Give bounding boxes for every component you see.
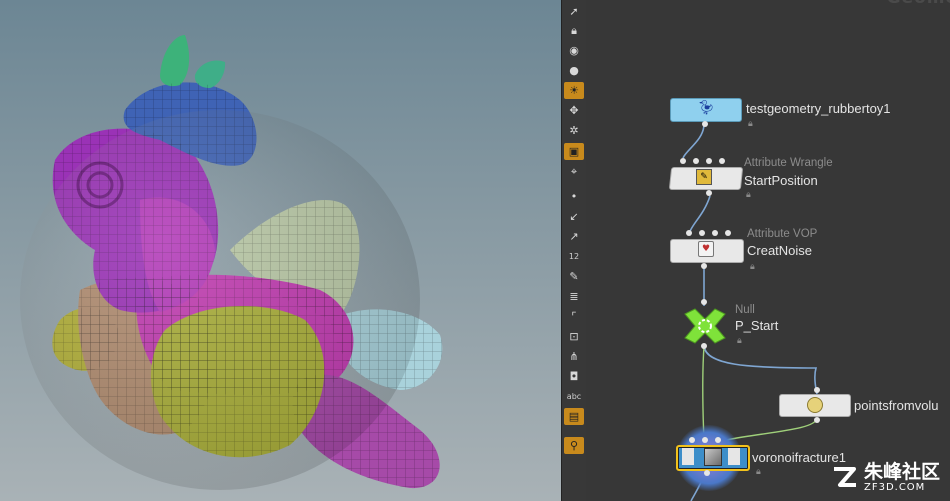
point-icon[interactable]: • [564,188,584,205]
camera-icon[interactable]: ⌖ [564,163,584,180]
input-port[interactable] [706,158,712,164]
wrangle-icon: ✎ [696,169,712,185]
viewport-toolbar: ➚ 🔒︎ ◉ ● ☀ ✥ ✲ ▣ ⌖ • ↙ ↗ 12 ✎ ≣ ⌜ ⊡ ⋔ ◘ … [561,0,587,501]
input-port[interactable] [699,230,705,236]
voronoi-icon [704,448,722,466]
image-icon[interactable]: ▤ [564,408,584,425]
select-icon[interactable]: ➚ [564,3,584,20]
watermark: 朱峰社区 ZF3D.COM [830,462,940,493]
input-port[interactable] [725,230,731,236]
text-label-icon[interactable]: abc [564,388,584,405]
input-port[interactable] [686,230,692,236]
lock-icon[interactable]: 🔒︎ [746,190,751,200]
input-port[interactable] [715,437,721,443]
node-name: pointsfromvolu [854,398,939,413]
numbers-icon[interactable]: 12 [564,248,584,265]
light-icon[interactable]: ☀ [564,82,584,99]
input-port[interactable] [712,230,718,236]
null-icon[interactable] [680,306,730,346]
node-name: CreatNoise [747,243,813,258]
view-icon[interactable]: ◉ [564,42,584,59]
output-port[interactable] [702,121,708,127]
node-name: P_Start [735,318,779,333]
output-port[interactable] [701,263,707,269]
shade-icon[interactable]: ◘ [564,368,584,385]
lock-icon[interactable]: 🔒︎ [564,22,584,39]
input-port[interactable] [701,299,707,305]
pin-icon[interactable]: ✥ [564,102,584,119]
node-type-label: Attribute Wrangle [744,157,833,169]
rubber-toy-geometry [20,35,443,490]
watermark-title: 朱峰社区 [863,461,940,483]
output-port[interactable] [706,190,712,196]
brush-icon[interactable]: ↙ [564,208,584,225]
wand-icon[interactable]: ↗ [564,228,584,245]
output-port[interactable] [814,417,820,423]
lock-icon[interactable]: 🔒︎ [750,262,755,272]
node-name: testgeometry_rubbertoy1 [746,101,891,116]
lock-icon[interactable]: 🔒︎ [737,336,742,346]
render-flag[interactable] [728,448,740,465]
display-icon[interactable]: ▣ [564,143,584,160]
input-port[interactable] [814,387,820,393]
watermark-subtitle: ZF3D.COM [863,482,926,493]
node-type-label: Null [735,304,755,316]
network-editor[interactable]: Geome 🦆︎ testgeometry_rubbertoy1 🔒︎ ✎ At… [586,0,950,501]
node-type-label: Attribute VOP [747,228,818,240]
stack-icon[interactable]: ≣ [564,288,584,305]
vop-icon: ♥ [698,241,714,257]
lock-icon[interactable]: 🔒︎ [748,119,753,129]
rubbertoy-icon: 🦆︎ [697,100,715,116]
zf3d-logo-icon [833,466,856,487]
bounds-icon[interactable]: ⊡ [564,328,584,345]
branch-icon[interactable]: ⋔ [564,348,584,365]
corner-icon[interactable]: ⌜ [564,308,584,325]
input-port[interactable] [693,158,699,164]
output-port[interactable] [701,343,707,349]
display-flag[interactable] [682,448,694,465]
node-name: StartPosition [744,173,818,188]
sphere-icon[interactable]: ● [564,62,584,79]
input-port[interactable] [719,158,725,164]
input-port[interactable] [702,437,708,443]
3d-viewport[interactable] [0,0,561,501]
points-icon [807,397,823,413]
input-port[interactable] [680,158,686,164]
marker-icon[interactable]: ⚲ [564,437,584,454]
snapshot-icon[interactable]: ✲ [564,122,584,139]
lock-icon[interactable]: 🔒︎ [756,467,761,477]
output-port[interactable] [704,470,710,476]
input-port[interactable] [689,437,695,443]
paint-icon[interactable]: ✎ [564,268,584,285]
